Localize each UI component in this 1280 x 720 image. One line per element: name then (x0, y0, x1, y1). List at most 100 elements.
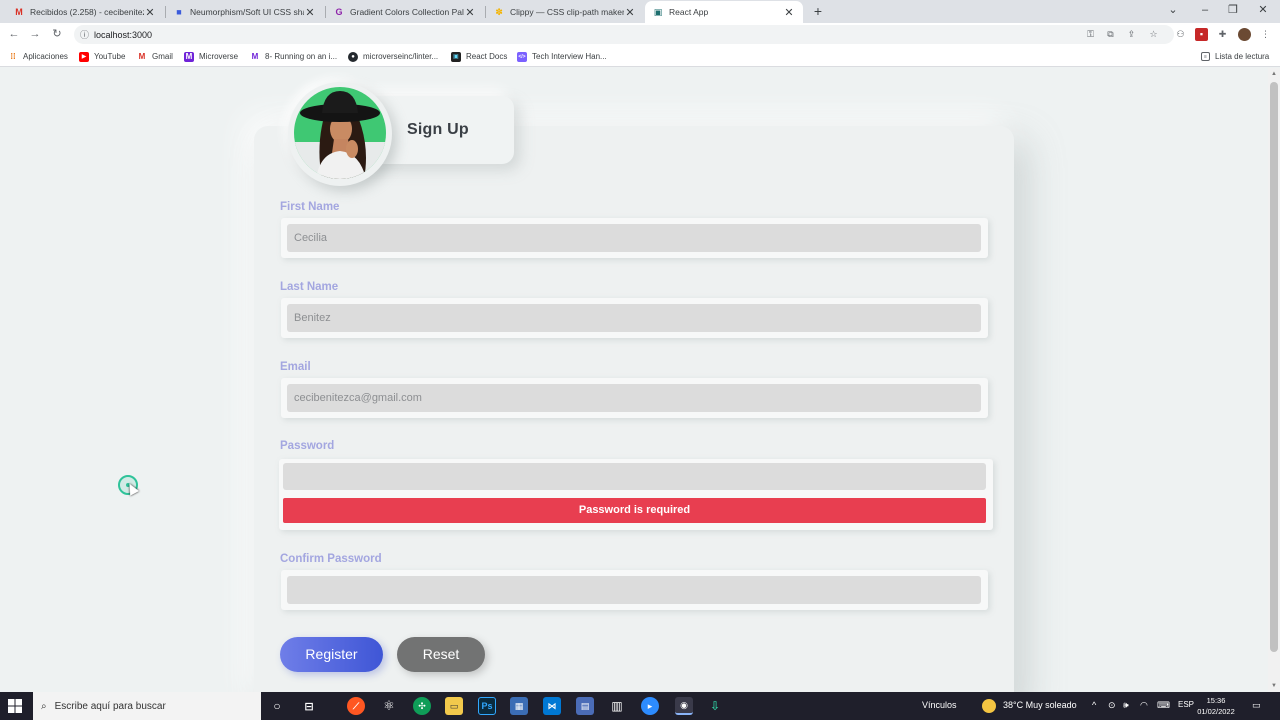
youtube-icon: ▶ (79, 51, 89, 62)
reading-list[interactable]: ≡ Lista de lectura (1201, 49, 1269, 64)
extension-icon[interactable]: ⚇ (1174, 28, 1187, 41)
language-indicator[interactable]: ESP (1178, 700, 1194, 709)
bookmark-label: Gmail (152, 52, 173, 61)
bookmark-label: Aplicaciones (23, 52, 68, 61)
app-slack-icon[interactable]: ✣ (413, 697, 431, 715)
register-button[interactable]: Register (280, 637, 383, 672)
last-name-input[interactable] (287, 304, 981, 332)
bookmark-tech-interview[interactable]: </> Tech Interview Han... (517, 49, 607, 64)
chrome-icon[interactable]: ◉ (675, 697, 693, 715)
share-icon[interactable]: ⇪ (1125, 28, 1138, 41)
app-books-icon[interactable]: ▥ (608, 697, 626, 715)
app-window-icon[interactable]: ▤ (576, 697, 594, 715)
last-name-label: Last Name (280, 281, 339, 293)
minimize-button[interactable]: – (1190, 0, 1220, 22)
window-close-button[interactable]: ✕ (1248, 0, 1278, 22)
bookmark-react-docs[interactable]: ▣ React Docs (451, 49, 507, 64)
app-orange-icon[interactable]: ⟋ (347, 697, 365, 715)
bookmark-label: Microverse (199, 52, 239, 61)
back-button[interactable]: ← (6, 26, 22, 42)
taskbar-search[interactable]: ⌕ Escribe aquí para buscar (33, 692, 261, 720)
clock-time: 15:36 (1206, 696, 1226, 705)
scroll-down-icon[interactable]: ▼ (1268, 680, 1280, 692)
bookmarks-bar: ⁞⁞ Aplicaciones ▶ YouTube M Gmail M Micr… (0, 46, 1280, 67)
profile-avatar[interactable] (1238, 28, 1251, 41)
app-atom-icon[interactable]: ⚛ (380, 697, 398, 715)
file-explorer-icon[interactable]: ▭ (445, 697, 463, 715)
key-icon[interactable]: ⚿ (1084, 28, 1097, 41)
extension-red-icon[interactable]: ▪ (1195, 28, 1208, 41)
keyboard-icon[interactable]: ⌨ (1157, 700, 1170, 711)
reload-button[interactable]: ↻ (49, 26, 65, 42)
bookmark-microverse[interactable]: M Microverse (184, 49, 238, 64)
tab-gmail[interactable]: M Recibidos (2.258) - cecibenitezca ✕ (6, 1, 164, 23)
page-scrollbar[interactable]: ▲ ▼ (1268, 68, 1280, 692)
github-icon: ● (348, 51, 358, 62)
confirm-password-field-wrap (281, 570, 988, 610)
confirm-password-input[interactable] (287, 576, 981, 604)
photoshop-icon[interactable]: Ps (478, 697, 496, 715)
reset-button[interactable]: Reset (397, 637, 485, 672)
weather-text[interactable]: 38°C Muy soleado (1003, 700, 1077, 710)
chevron-up-icon[interactable]: ^ (1092, 700, 1096, 710)
close-icon[interactable]: ✕ (304, 6, 316, 19)
scrollbar-thumb[interactable] (1270, 82, 1278, 652)
tab-title: Gradient Colors Collection Palett (350, 7, 464, 17)
scroll-up-icon[interactable]: ▲ (1268, 68, 1280, 80)
vscode-icon[interactable]: ⋈ (543, 697, 561, 715)
new-tab-button[interactable]: + (810, 2, 826, 20)
translate-icon[interactable]: ⧉ (1104, 28, 1117, 41)
last-name-field-wrap (281, 298, 988, 338)
browser-toolbar: ← → ↻ ⓘ ⚿ ⧉ ⇪ ☆ ⚇ ▪ ✚ ⋮ (0, 23, 1280, 46)
reading-list-icon: ≡ (1201, 52, 1210, 61)
tab-clippy[interactable]: ✽ Clippy — CSS clip-path maker ✕ (486, 1, 644, 23)
password-input[interactable] (283, 463, 986, 490)
tab-react-app[interactable]: ▣ React App ✕ (645, 1, 803, 23)
links-toolbar-label[interactable]: Vínculos (922, 700, 957, 710)
bookmark-label: 8- Running on an i... (265, 52, 338, 61)
email-input[interactable] (287, 384, 981, 412)
more-menu-icon[interactable]: ⋮ (1259, 28, 1272, 41)
tech-interview-icon: </> (517, 51, 527, 62)
profile-photo-icon (294, 87, 386, 179)
password-error-message: Password is required (283, 498, 986, 523)
wifi-icon[interactable]: ◠ (1140, 700, 1148, 711)
task-view-icon[interactable]: ⊟ (300, 697, 318, 715)
bookmark-label: YouTube (94, 52, 126, 61)
windows-taskbar: ⌕ Escribe aquí para buscar ○ ⊟ ⟋ ⚛ ✣ ▭ P… (0, 692, 1280, 720)
network-icon[interactable]: ⊙ (1108, 700, 1116, 711)
tab-gradient-colors[interactable]: G Gradient Colors Collection Palett ✕ (326, 1, 484, 23)
email-label: Email (280, 361, 311, 373)
clock-date: 01/02/2022 (1197, 707, 1235, 716)
address-bar[interactable]: ⓘ (74, 25, 1174, 44)
notifications-icon[interactable]: ▭ (1252, 700, 1261, 711)
url-input[interactable] (94, 29, 394, 40)
star-icon[interactable]: ☆ (1147, 28, 1160, 41)
windows-start-icon[interactable] (8, 699, 22, 713)
bookmark-microverse-course[interactable]: M 8- Running on an i... (250, 49, 337, 64)
close-icon[interactable]: ✕ (464, 6, 476, 19)
app-download-icon[interactable]: ⇩ (706, 697, 724, 715)
bookmark-github-linter[interactable]: ● microverseinc/linter... (348, 49, 438, 64)
clock[interactable]: 15:36 01/02/2022 (1196, 695, 1236, 717)
volume-icon[interactable]: 🕪 (1123, 700, 1129, 711)
tab-neumorphism[interactable]: ■ Neumorphism/Soft UI CSS shado ✕ (166, 1, 324, 23)
maximize-button[interactable]: ❐ (1218, 0, 1248, 22)
bookmark-youtube[interactable]: ▶ YouTube (79, 49, 125, 64)
bookmark-label: microverseinc/linter... (363, 52, 439, 61)
bookmark-apps[interactable]: ⁞⁞ Aplicaciones (8, 49, 68, 64)
bookmark-gmail[interactable]: M Gmail (137, 49, 173, 64)
puzzle-icon[interactable]: ✚ (1216, 28, 1229, 41)
forward-button[interactable]: → (27, 26, 43, 42)
calculator-icon[interactable]: ▦ (510, 697, 528, 715)
first-name-input[interactable] (287, 224, 981, 252)
close-icon[interactable]: ✕ (144, 6, 156, 19)
reading-list-label: Lista de lectura (1215, 52, 1270, 61)
close-icon[interactable]: ✕ (624, 6, 636, 19)
close-icon[interactable]: ✕ (783, 6, 795, 19)
chevron-down-icon[interactable]: ⌄ (1158, 0, 1188, 22)
zoom-icon[interactable]: ▸ (641, 697, 659, 715)
site-info-icon[interactable]: ⓘ (80, 28, 94, 41)
gmail-icon: M (138, 52, 146, 61)
cortana-icon[interactable]: ○ (268, 697, 286, 715)
